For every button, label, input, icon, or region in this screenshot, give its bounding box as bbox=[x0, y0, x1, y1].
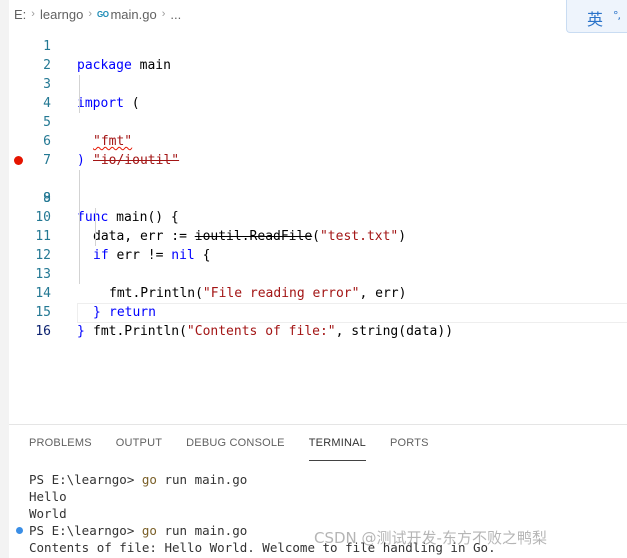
code-token: , string(data)) bbox=[335, 324, 454, 339]
command-status-icon[interactable] bbox=[16, 527, 23, 534]
terminal-prompt: PS E:\learngo> bbox=[29, 472, 142, 487]
line-code: } bbox=[77, 322, 85, 341]
indent-guide bbox=[79, 246, 80, 265]
code-line[interactable]: 13 } bbox=[9, 246, 627, 320]
terminal-command: go bbox=[141, 472, 157, 487]
terminal-prompt: PS E:\learngo> bbox=[29, 523, 142, 538]
code-line[interactable]: 1 package main bbox=[9, 18, 627, 73]
tab-debug-console[interactable]: DEBUG CONSOLE bbox=[186, 437, 285, 461]
indent-guide bbox=[79, 265, 80, 284]
tab-problems[interactable]: PROBLEMS bbox=[29, 437, 92, 461]
activity-strip bbox=[0, 0, 9, 558]
code-line[interactable]: 6 ) bbox=[9, 113, 627, 168]
tab-terminal[interactable]: TERMINAL bbox=[308, 437, 366, 461]
indent-guide bbox=[95, 227, 96, 246]
code-line[interactable]: 5 "io/ioutil" bbox=[9, 94, 627, 168]
tab-output[interactable]: OUTPUT bbox=[116, 437, 162, 461]
line-number: 16 bbox=[35, 324, 51, 339]
code-line[interactable]: 8 func main() { bbox=[9, 151, 627, 225]
terminal-line: World bbox=[29, 506, 67, 521]
code-token: } bbox=[77, 324, 85, 339]
code-line[interactable]: 3 import ( bbox=[9, 56, 627, 111]
code-token: fmt.Println( bbox=[93, 324, 187, 339]
terminal-command: go bbox=[141, 523, 157, 538]
terminal-line: PS E:\learngo> go run main.go bbox=[29, 522, 247, 539]
code-line[interactable]: 7 bbox=[9, 132, 627, 168]
terminal-line: PS E:\learngo> go run main.go bbox=[29, 471, 247, 488]
panel-divider bbox=[9, 424, 627, 425]
code-line[interactable]: 16 bbox=[9, 303, 627, 339]
indent-guide bbox=[95, 208, 96, 227]
code-line[interactable]: 9 data, err := ioutil.ReadFile("test.txt… bbox=[9, 170, 627, 244]
indent-guide bbox=[79, 170, 80, 189]
code-line[interactable]: 11 fmt.Println("File reading error", err… bbox=[9, 208, 627, 301]
indent-guide bbox=[79, 208, 80, 227]
watermark: CSDN @测试开发-东方不败之鸭梨 bbox=[314, 529, 547, 547]
indent-guide bbox=[79, 75, 80, 94]
code-line[interactable]: 14 fmt.Println("Contents of file:", stri… bbox=[9, 265, 627, 339]
indent-guide bbox=[79, 227, 80, 246]
code-line[interactable]: 4 "fmt" bbox=[9, 75, 627, 149]
code-line[interactable]: 2 bbox=[9, 37, 627, 73]
indent-guide bbox=[79, 94, 80, 113]
indent-guide bbox=[79, 189, 80, 208]
code-line[interactable]: 12 return bbox=[9, 227, 627, 320]
code-line[interactable]: 10 if err != nil { bbox=[9, 189, 627, 263]
code-line[interactable]: 15 } bbox=[9, 284, 627, 339]
line-code: fmt.Println("Contents of file:", string(… bbox=[93, 322, 453, 341]
terminal-args: run main.go bbox=[156, 472, 248, 487]
panel-tabs: PROBLEMS OUTPUT DEBUG CONSOLE TERMINAL P… bbox=[29, 437, 453, 461]
tab-ports[interactable]: PORTS bbox=[390, 437, 429, 461]
terminal-args: run main.go bbox=[156, 523, 248, 538]
string-token: "Contents of file:" bbox=[186, 324, 336, 339]
terminal-line: Hello bbox=[29, 489, 67, 504]
breakpoint-icon[interactable] bbox=[14, 156, 23, 165]
